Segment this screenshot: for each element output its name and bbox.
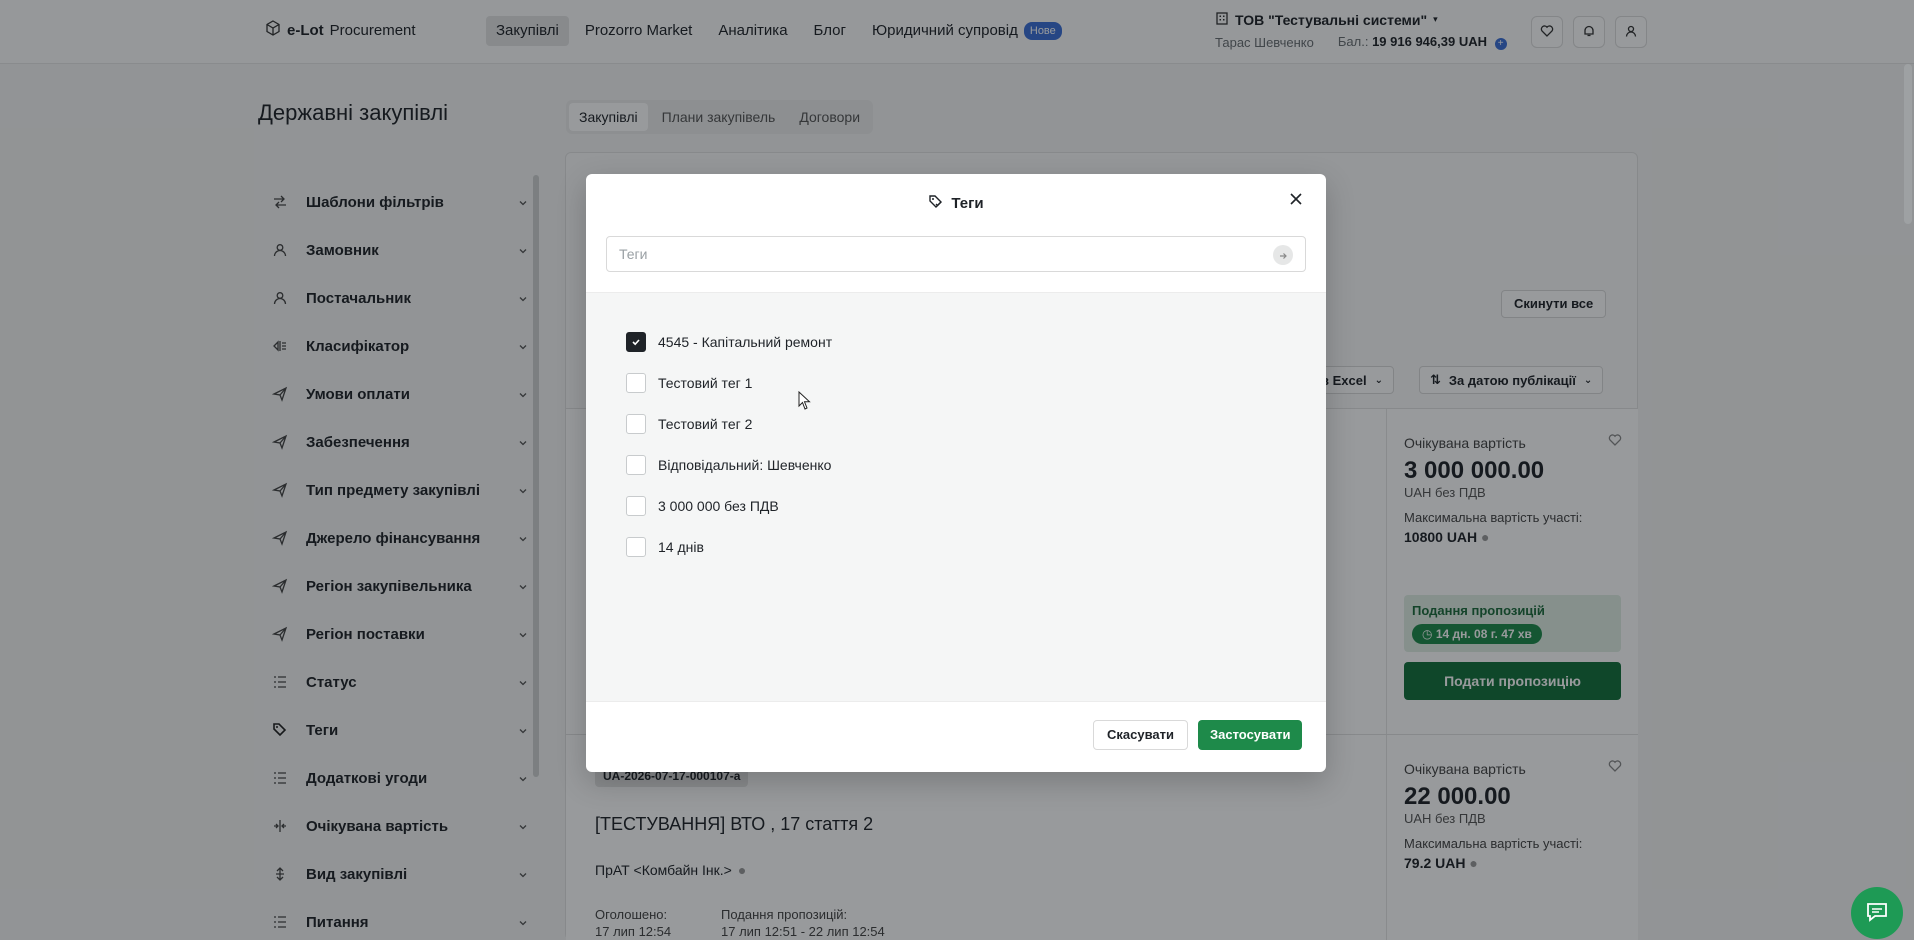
tags-modal: Теги 4545 - Капітальний ремонт Тестовий т… bbox=[586, 174, 1326, 772]
close-button[interactable] bbox=[1284, 188, 1308, 212]
tag-option[interactable]: 4545 - Капітальний ремонт bbox=[586, 321, 1326, 362]
tag-checkbox[interactable] bbox=[626, 536, 646, 557]
tag-option-label: Тестовий тег 1 bbox=[658, 374, 753, 391]
tag-checkbox[interactable] bbox=[626, 413, 646, 434]
page-scrollbar[interactable] bbox=[1904, 64, 1912, 224]
tag-option[interactable]: 3 000 000 без ПДВ bbox=[586, 485, 1326, 526]
apply-button[interactable]: Застосувати bbox=[1198, 720, 1303, 750]
checkmark-icon bbox=[631, 334, 641, 350]
tag-option[interactable]: Відповідальний: Шевченко bbox=[586, 444, 1326, 485]
tag-option[interactable]: 14 днів bbox=[586, 526, 1326, 567]
tag-option[interactable]: Тестовий тег 1 bbox=[586, 362, 1326, 403]
arrow-right-icon bbox=[1279, 247, 1287, 263]
tag-option-label: Відповідальний: Шевченко bbox=[658, 456, 832, 473]
tag-checkbox[interactable] bbox=[626, 495, 646, 516]
chat-icon bbox=[1865, 901, 1889, 926]
search-submit-button[interactable] bbox=[1273, 245, 1293, 265]
modal-title: Теги bbox=[586, 194, 1326, 213]
modal-footer: Скасувати Застосувати bbox=[586, 702, 1326, 772]
tag-option-label: Тестовий тег 2 bbox=[658, 415, 753, 432]
tags-search-input[interactable] bbox=[607, 237, 1247, 271]
modal-header: Теги bbox=[586, 174, 1326, 292]
tag-icon bbox=[928, 194, 943, 213]
tag-checkbox[interactable] bbox=[626, 454, 646, 475]
modal-title-text: Теги bbox=[951, 195, 984, 212]
tag-option-label: 3 000 000 без ПДВ bbox=[658, 497, 779, 514]
cancel-button[interactable]: Скасувати bbox=[1093, 720, 1188, 750]
tags-search bbox=[606, 236, 1306, 272]
mouse-cursor-icon bbox=[798, 390, 812, 414]
tag-checkbox[interactable] bbox=[626, 372, 646, 393]
tag-option-label: 4545 - Капітальний ремонт bbox=[658, 333, 833, 350]
tags-list: 4545 - Капітальний ремонт Тестовий тег 1 Т… bbox=[586, 292, 1326, 702]
tag-option-label: 14 днів bbox=[658, 538, 704, 555]
tag-option[interactable]: Тестовий тег 2 bbox=[586, 403, 1326, 444]
close-icon bbox=[1290, 192, 1302, 208]
tag-checkbox[interactable] bbox=[626, 331, 646, 352]
chat-button[interactable] bbox=[1851, 887, 1903, 939]
